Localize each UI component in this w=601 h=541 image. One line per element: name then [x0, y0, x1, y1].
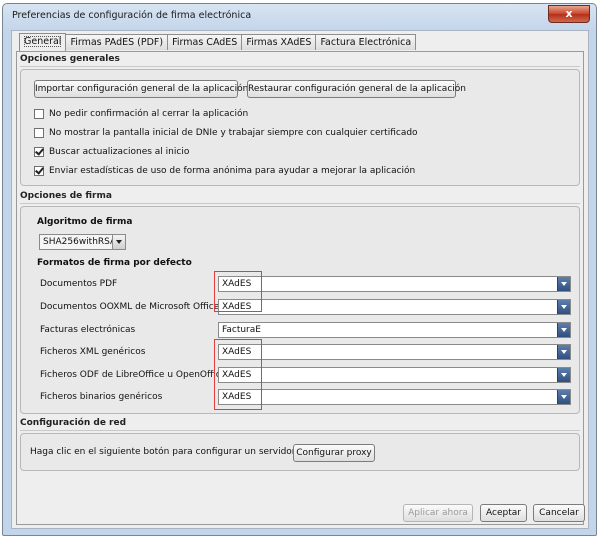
option-label: Enviar estadísticas de uso de forma anón…	[49, 166, 416, 176]
tab-firmas-xades[interactable]: Firmas XAdES	[241, 34, 317, 50]
chevron-down-icon[interactable]	[557, 368, 570, 382]
window-client: General Firmas PAdES (PDF) Firmas CAdES …	[11, 30, 589, 529]
format-label-pdf: Documentos PDF	[40, 279, 118, 289]
format-label-binarios: Ficheros binarios genéricos	[40, 392, 163, 402]
chevron-down-icon[interactable]	[557, 277, 570, 291]
section-title-red: Configuración de red	[20, 418, 127, 428]
checkbox[interactable]	[34, 109, 44, 119]
tab-general-label: General	[24, 36, 62, 47]
restore-config-button[interactable]: Restaurar configuración general de la ap…	[247, 80, 466, 98]
chevron-down-icon[interactable]	[112, 235, 125, 249]
chevron-down-icon[interactable]	[557, 345, 570, 359]
format-label-xml: Ficheros XML genéricos	[40, 347, 146, 357]
algorithm-value: SHA256withRSA	[43, 237, 117, 247]
format-select-odf[interactable]: XAdES	[218, 367, 571, 383]
option-no-confirm-close[interactable]: No pedir confirmación al cerrar la aplic…	[34, 107, 248, 121]
accept-button[interactable]: Aceptar	[480, 504, 527, 522]
format-select-pdf[interactable]: XAdES	[218, 276, 571, 292]
section-divider	[20, 203, 580, 204]
option-no-dnie-screen[interactable]: No mostrar la pantalla inicial de DNIe y…	[34, 126, 418, 140]
algorithm-label: Algoritmo de firma	[37, 217, 133, 227]
tab-strip: General Firmas PAdES (PDF) Firmas CAdES …	[19, 33, 417, 51]
chevron-down-icon[interactable]	[557, 323, 570, 337]
option-send-statistics[interactable]: Enviar estadísticas de uso de forma anón…	[34, 164, 415, 178]
general-options-group: Importar configuración general de la apl…	[20, 69, 580, 186]
chevron-down-icon[interactable]	[557, 390, 570, 404]
format-label-facturas: Facturas electrónicas	[40, 325, 136, 335]
tab-general[interactable]: General	[19, 33, 67, 51]
configure-proxy-button[interactable]: Configurar proxy	[293, 444, 375, 462]
option-check-updates[interactable]: Buscar actualizaciones al inicio	[34, 145, 189, 159]
network-group: Haga clic en el siguiente botón para con…	[20, 433, 580, 471]
proxy-description: Haga clic en el siguiente botón para con…	[30, 447, 326, 457]
format-select-xml[interactable]: XAdES	[218, 344, 571, 360]
chevron-down-icon[interactable]	[557, 300, 570, 314]
format-select-ooxml[interactable]: XAdES	[218, 299, 571, 315]
checkbox-checked[interactable]	[34, 166, 44, 176]
preferences-window: Preferencias de configuración de firma e…	[2, 3, 597, 536]
general-panel: Opciones generales Importar configuració…	[16, 51, 585, 525]
tab-firmas-cades[interactable]: Firmas CAdES	[167, 34, 243, 50]
title-bar[interactable]: Preferencias de configuración de firma e…	[3, 4, 596, 30]
section-divider	[20, 66, 580, 67]
tab-firmas-pades[interactable]: Firmas PAdES (PDF)	[65, 34, 169, 50]
section-divider	[20, 430, 580, 431]
format-value: FacturaE	[222, 325, 261, 335]
section-title-general: Opciones generales	[20, 54, 120, 64]
checkbox[interactable]	[34, 128, 44, 138]
cancel-button[interactable]: Cancelar	[533, 504, 585, 522]
window-title: Preferencias de configuración de firma e…	[12, 10, 252, 21]
format-select-binarios[interactable]: XAdES	[218, 389, 571, 405]
option-label: No mostrar la pantalla inicial de DNIe y…	[49, 128, 418, 138]
formats-label: Formatos de firma por defecto	[37, 258, 192, 268]
section-title-firma: Opciones de firma	[20, 191, 112, 201]
close-button[interactable]: x	[548, 5, 590, 23]
option-label: No pedir confirmación al cerrar la aplic…	[49, 109, 249, 119]
option-label: Buscar actualizaciones al inicio	[49, 147, 190, 157]
tab-factura-electronica[interactable]: Factura Electrónica	[315, 34, 417, 50]
algorithm-select[interactable]: SHA256withRSA	[39, 234, 126, 250]
apply-now-button[interactable]: Aplicar ahora	[403, 504, 473, 522]
highlight-box	[214, 339, 262, 410]
checkbox-checked[interactable]	[34, 147, 44, 157]
format-label-ooxml: Documentos OOXML de Microsoft Office	[40, 302, 220, 312]
format-label-odf: Ficheros ODF de LibreOffice u OpenOffice	[40, 370, 227, 380]
highlight-box	[214, 271, 262, 312]
format-select-facturas[interactable]: FacturaE	[218, 322, 571, 338]
signature-options-group: Algoritmo de firma SHA256withRSA Formato…	[20, 206, 580, 414]
import-config-button[interactable]: Importar configuración general de la apl…	[34, 80, 248, 98]
